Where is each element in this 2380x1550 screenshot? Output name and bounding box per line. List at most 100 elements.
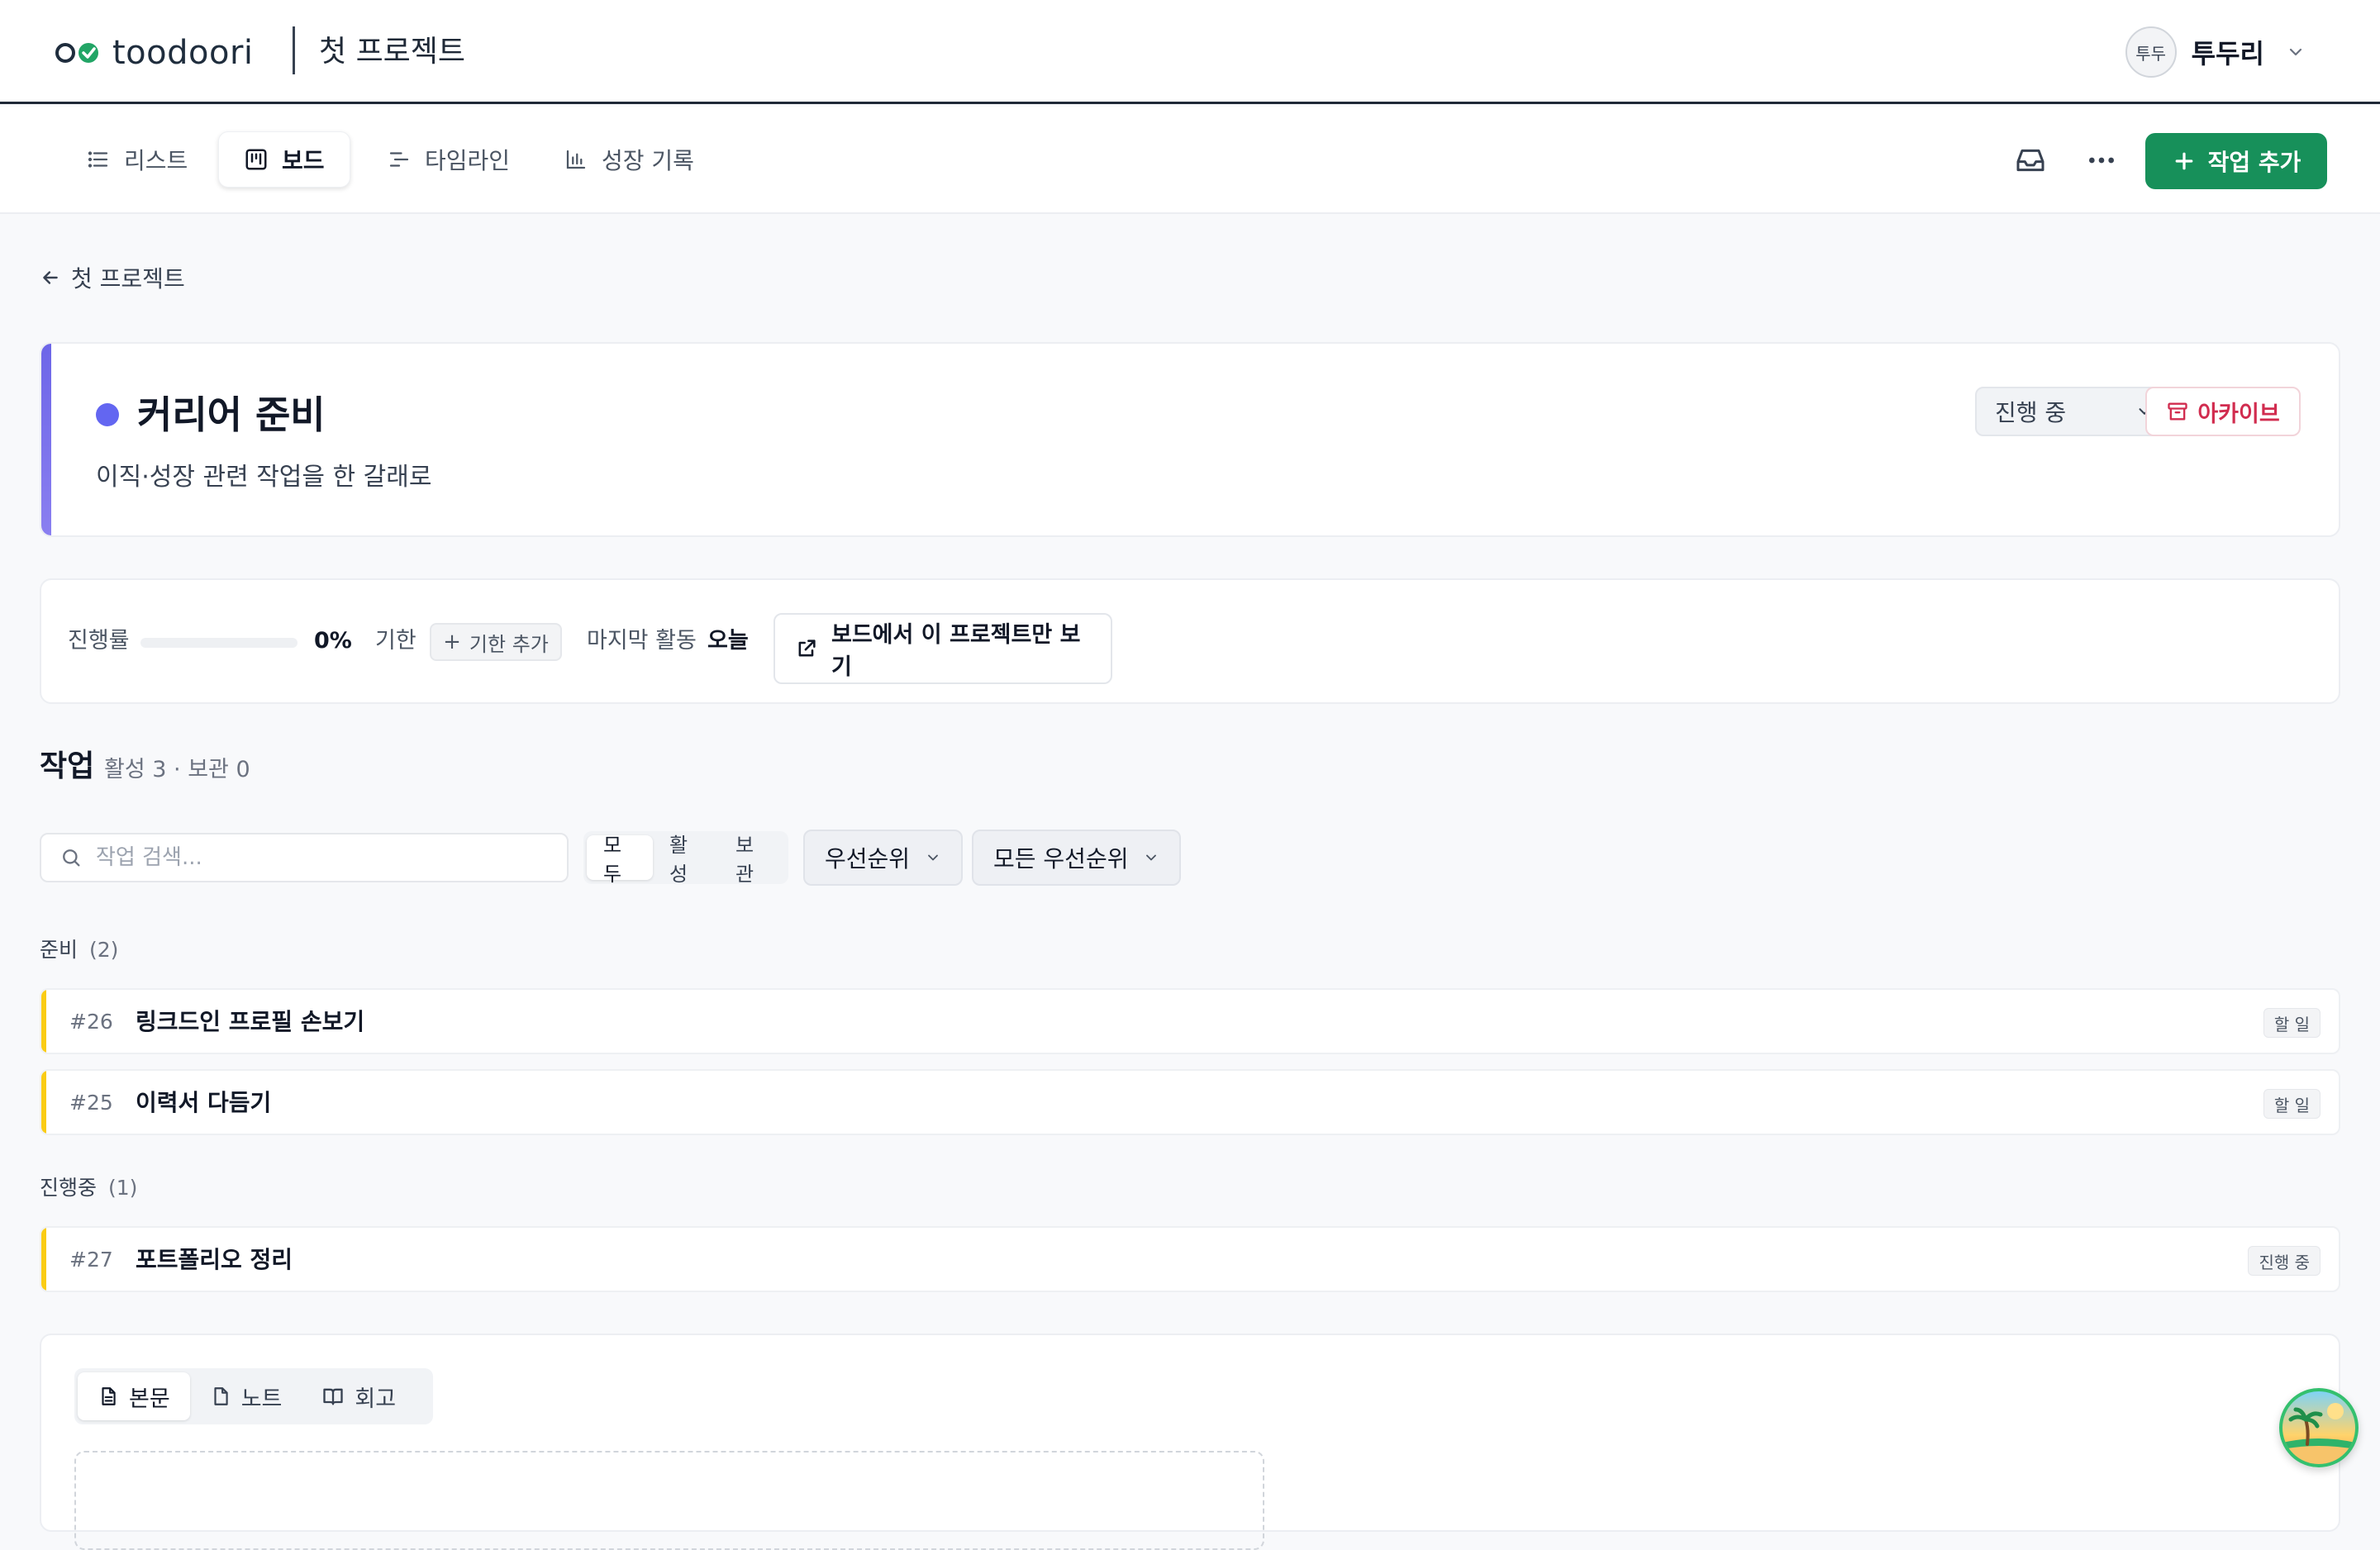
plus-icon [2172, 149, 2197, 174]
project-notes-card: 본문 노트 회고 [40, 1334, 2340, 1550]
project-stats-card: 진행률 0% 기한 + 기한 추가 마지막 활동 오늘 보드에서 이 프로젝트만… [40, 578, 2340, 704]
task-id: #27 [69, 1248, 113, 1272]
list-icon [86, 147, 111, 172]
progress-bar [140, 638, 298, 648]
tab-growth-log[interactable]: 성장 기록 [539, 131, 719, 188]
project-description: 이직·성장 관련 작업을 한 갈래로 [96, 463, 432, 492]
timeline-icon [387, 147, 412, 172]
brand-name: toodoori [112, 34, 254, 72]
tab-timeline[interactable]: 타임라인 [362, 131, 535, 188]
group-header-ready: 준비 (2) [40, 934, 118, 967]
chart-icon [564, 147, 588, 172]
group-count: (2) [89, 938, 119, 962]
filter-active[interactable]: 활성 [653, 834, 719, 886]
status-select[interactable]: 진행 중 [1975, 387, 2173, 436]
filter-all[interactable]: 모두 [587, 834, 653, 886]
tasks-section-meta: 활성 3 · 보관 0 [104, 757, 250, 782]
tab-body-label: 본문 [129, 1386, 170, 1412]
tab-notes[interactable]: 노트 [190, 1372, 302, 1420]
task-id: #25 [69, 1091, 113, 1115]
archive-button[interactable]: 아카이브 [2145, 387, 2301, 436]
task-row[interactable]: #25 이력서 다듬기 할 일 [40, 1069, 2340, 1135]
board-icon [244, 147, 269, 172]
tab-label: 성장 기록 [602, 147, 694, 174]
view-on-board-button[interactable]: 보드에서 이 프로젝트만 보기 [774, 613, 1112, 684]
tab-notes-label: 노트 [240, 1386, 283, 1412]
tab-label: 보드 [282, 147, 325, 174]
tab-label: 타임라인 [425, 147, 511, 174]
plus-icon: + [443, 630, 461, 654]
last-activity-label: 마지막 활동 [587, 628, 697, 654]
inbox-button[interactable] [2006, 136, 2054, 184]
group-name: 준비 [40, 938, 79, 962]
view-nav: 리스트 보드 타임라인 성장 기록 작업 추가 [0, 107, 2380, 214]
sort-dropdown[interactable]: 우선순위 [803, 830, 964, 886]
note-icon [210, 1386, 231, 1407]
external-link-icon [795, 637, 818, 660]
header-divider [293, 26, 295, 74]
header-project-title: 첫 프로젝트 [319, 35, 466, 69]
tab-list[interactable]: 리스트 [61, 131, 212, 188]
project-name: 커리어 준비 [137, 392, 326, 437]
logo-icon [55, 40, 101, 66]
project-color-bar [41, 344, 51, 535]
last-activity-value: 오늘 [707, 628, 749, 654]
task-search[interactable] [40, 833, 569, 882]
task-row[interactable]: #27 포트폴리오 정리 진행 중 [40, 1226, 2340, 1292]
sort-dropdown-label: 우선순위 [825, 845, 911, 872]
add-task-label: 작업 추가 [2207, 149, 2301, 176]
add-deadline-label: 기한 추가 [469, 632, 549, 656]
task-status-bar [41, 1071, 46, 1134]
tab-retrospective[interactable]: 회고 [302, 1372, 416, 1420]
tab-body[interactable]: 본문 [78, 1372, 190, 1420]
progress-label: 진행률 [68, 628, 130, 654]
task-status-badge: 진행 중 [2248, 1246, 2320, 1276]
search-icon [60, 846, 83, 869]
group-count: (1) [108, 1176, 138, 1200]
back-link[interactable]: 첫 프로젝트 [40, 259, 185, 296]
task-title: 이력서 다듬기 [136, 1089, 272, 1116]
user-menu[interactable]: 투두 투두리 [2125, 25, 2306, 79]
editor-area[interactable] [74, 1451, 1264, 1550]
tab-board[interactable]: 보드 [218, 131, 350, 188]
avatar: 투두 [2125, 26, 2177, 78]
project-header-card: 커리어 준비 이직·성장 관련 작업을 한 갈래로 진행 중 아카이브 [40, 342, 2340, 537]
priority-filter-label: 모든 우선순위 [993, 845, 1129, 872]
book-icon [321, 1385, 345, 1408]
task-status-badge: 할 일 [2263, 1008, 2320, 1038]
user-name: 투두리 [2191, 38, 2264, 69]
tab-label: 리스트 [124, 147, 188, 174]
add-deadline-button[interactable]: + 기한 추가 [430, 623, 562, 661]
task-title: 포트폴리오 정리 [136, 1246, 293, 1273]
priority-filter-dropdown[interactable]: 모든 우선순위 [972, 830, 1182, 886]
task-status-bar [41, 1228, 46, 1291]
tasks-section-title: 작업 [40, 749, 95, 783]
task-status-bar [41, 990, 46, 1053]
group-header-in-progress: 진행중 (1) [40, 1172, 137, 1205]
chevron-down-icon [2286, 42, 2306, 62]
filter-archived[interactable]: 보관 [719, 834, 785, 886]
task-title: 링크드인 프로필 손보기 [136, 1008, 365, 1035]
deadline-label: 기한 [375, 628, 416, 654]
inbox-icon [2014, 144, 2047, 177]
add-task-button[interactable]: 작업 추가 [2145, 133, 2327, 189]
document-icon [98, 1386, 119, 1407]
brand-logo[interactable]: toodoori [55, 30, 254, 76]
status-select-label: 진행 중 [1995, 399, 2067, 426]
task-search-input[interactable] [96, 845, 549, 870]
editor-tabs: 본문 노트 회고 [74, 1368, 433, 1424]
back-link-label: 첫 프로젝트 [71, 265, 185, 292]
palm-tree-icon [2282, 1391, 2355, 1464]
progress-value: 0% [314, 628, 352, 654]
chevron-down-icon [1143, 849, 1159, 866]
archive-icon [2166, 400, 2189, 423]
more-icon [2085, 144, 2118, 177]
task-row[interactable]: #26 링크드인 프로필 손보기 할 일 [40, 988, 2340, 1054]
arrow-left-icon [40, 267, 61, 288]
task-filter-segment: 모두 활성 보관 [583, 831, 788, 886]
archive-label: 아카이브 [2197, 401, 2280, 427]
assistant-fab[interactable] [2279, 1388, 2359, 1467]
project-color-dot [96, 403, 119, 426]
more-button[interactable] [2078, 136, 2125, 184]
top-header: toodoori 첫 프로젝트 투두 투두리 [0, 0, 2380, 104]
